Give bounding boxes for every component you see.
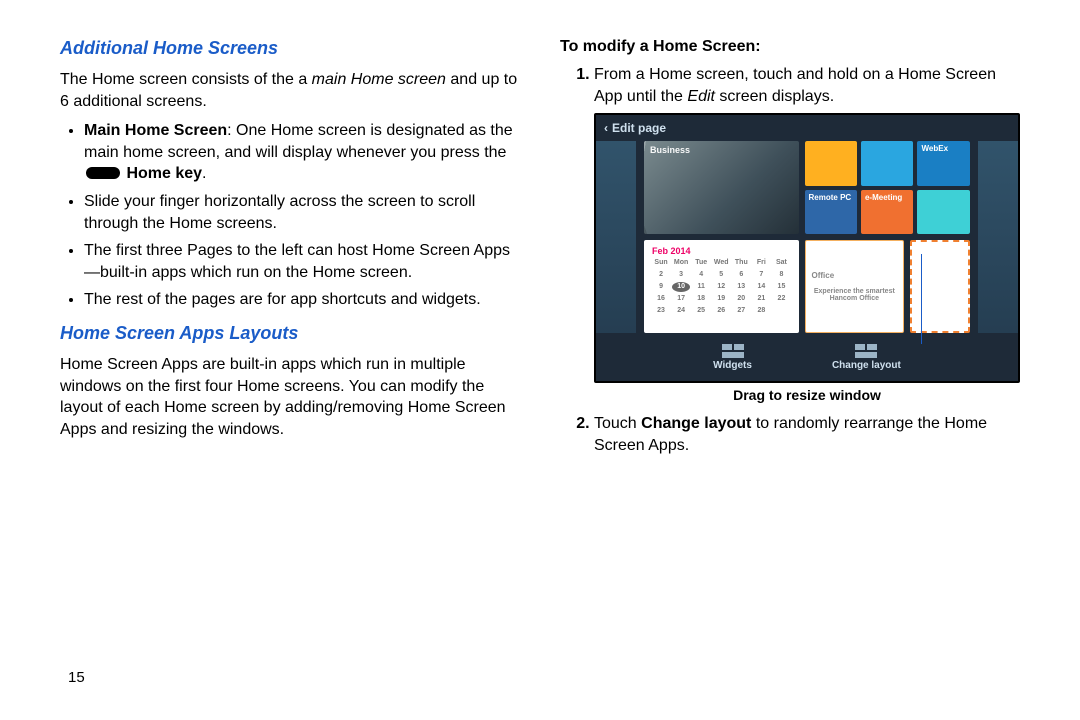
mini-tile (805, 141, 857, 186)
change-layout-button: Change layout (832, 344, 901, 371)
office-label: Office (812, 271, 835, 280)
figure-caption: Drag to resize window (594, 387, 1020, 403)
bullet-item: Main Home Screen: One Home screen is des… (84, 120, 520, 185)
bullet-lead: Main Home Screen (84, 122, 227, 139)
tile-label: Business (650, 145, 690, 155)
bullet-item: Slide your finger horizontally across th… (84, 191, 520, 234)
layouts-body: Home Screen Apps are built-in apps which… (60, 354, 520, 440)
change-layout-label: Change layout (832, 360, 901, 371)
mini-tile: Remote PC (805, 190, 857, 235)
right-column: To modify a Home Screen: From a Home scr… (560, 38, 1020, 466)
home-key-icon (86, 167, 120, 179)
left-column: Additional Home Screens The Home screen … (60, 38, 520, 466)
tile-grid: WebEx Remote PC e-Meeting (805, 141, 970, 234)
widgets-button: Widgets (713, 344, 752, 371)
steps-list: From a Home screen, touch and hold on a … (560, 64, 1020, 456)
widgets-icon (722, 344, 744, 358)
edit-page-bar: ‹ Edit page (604, 121, 666, 135)
mini-tile (917, 190, 970, 235)
section-heading-layouts: Home Screen Apps Layouts (60, 323, 520, 344)
section-heading-additional: Additional Home Screens (60, 38, 520, 59)
bottom-bar: Widgets Change layout (596, 344, 1018, 371)
office-body: Experience the smartest Hancom Office (812, 288, 898, 302)
mini-tile: e-Meeting (861, 190, 914, 235)
key-label: Home key (126, 165, 202, 182)
tile-office: Office Experience the smartest Hancom Of… (805, 240, 905, 333)
layout-icon (855, 344, 877, 358)
chevron-left-icon: ‹ (604, 121, 608, 135)
callout-line (921, 254, 922, 344)
widgets-label: Widgets (713, 360, 752, 371)
text-italic: Edit (687, 88, 715, 105)
subsection-heading: To modify a Home Screen: (560, 38, 1020, 56)
tile-business: Business (644, 141, 799, 234)
edit-page-label: Edit page (612, 121, 666, 135)
text-bold: Change layout (641, 415, 751, 432)
page-number: 15 (68, 669, 85, 686)
calendar-grid: SunMonTueWedThuFriSat 2345678 9101112131… (652, 258, 791, 316)
tile-calendar: Feb 2014 SunMonTueWedThuFriSat 2345678 9… (644, 240, 799, 333)
text-italic: main Home screen (312, 71, 446, 88)
mini-tile (861, 141, 914, 186)
step-item: Touch Change layout to randomly rearrang… (594, 413, 1020, 456)
calendar-month: Feb 2014 (652, 246, 791, 256)
text: . (202, 165, 206, 182)
device-screenshot: ‹ Edit page Business WebEx Remote PC e-Me… (594, 113, 1020, 383)
bullet-item: The rest of the pages are for app shortc… (84, 289, 520, 311)
bullet-item: The first three Pages to the left can ho… (84, 240, 520, 283)
text: The Home screen consists of the a (60, 71, 312, 88)
text: Touch (594, 415, 641, 432)
mini-tile: WebEx (917, 141, 970, 186)
bullet-list: Main Home Screen: One Home screen is des… (60, 120, 520, 311)
step-item: From a Home screen, touch and hold on a … (594, 64, 1020, 403)
intro-paragraph: The Home screen consists of the a main H… (60, 69, 520, 112)
side-panel-left (596, 141, 636, 333)
text: screen displays. (715, 88, 834, 105)
side-panel-right (978, 141, 1018, 333)
tile-resize-target (910, 240, 970, 333)
